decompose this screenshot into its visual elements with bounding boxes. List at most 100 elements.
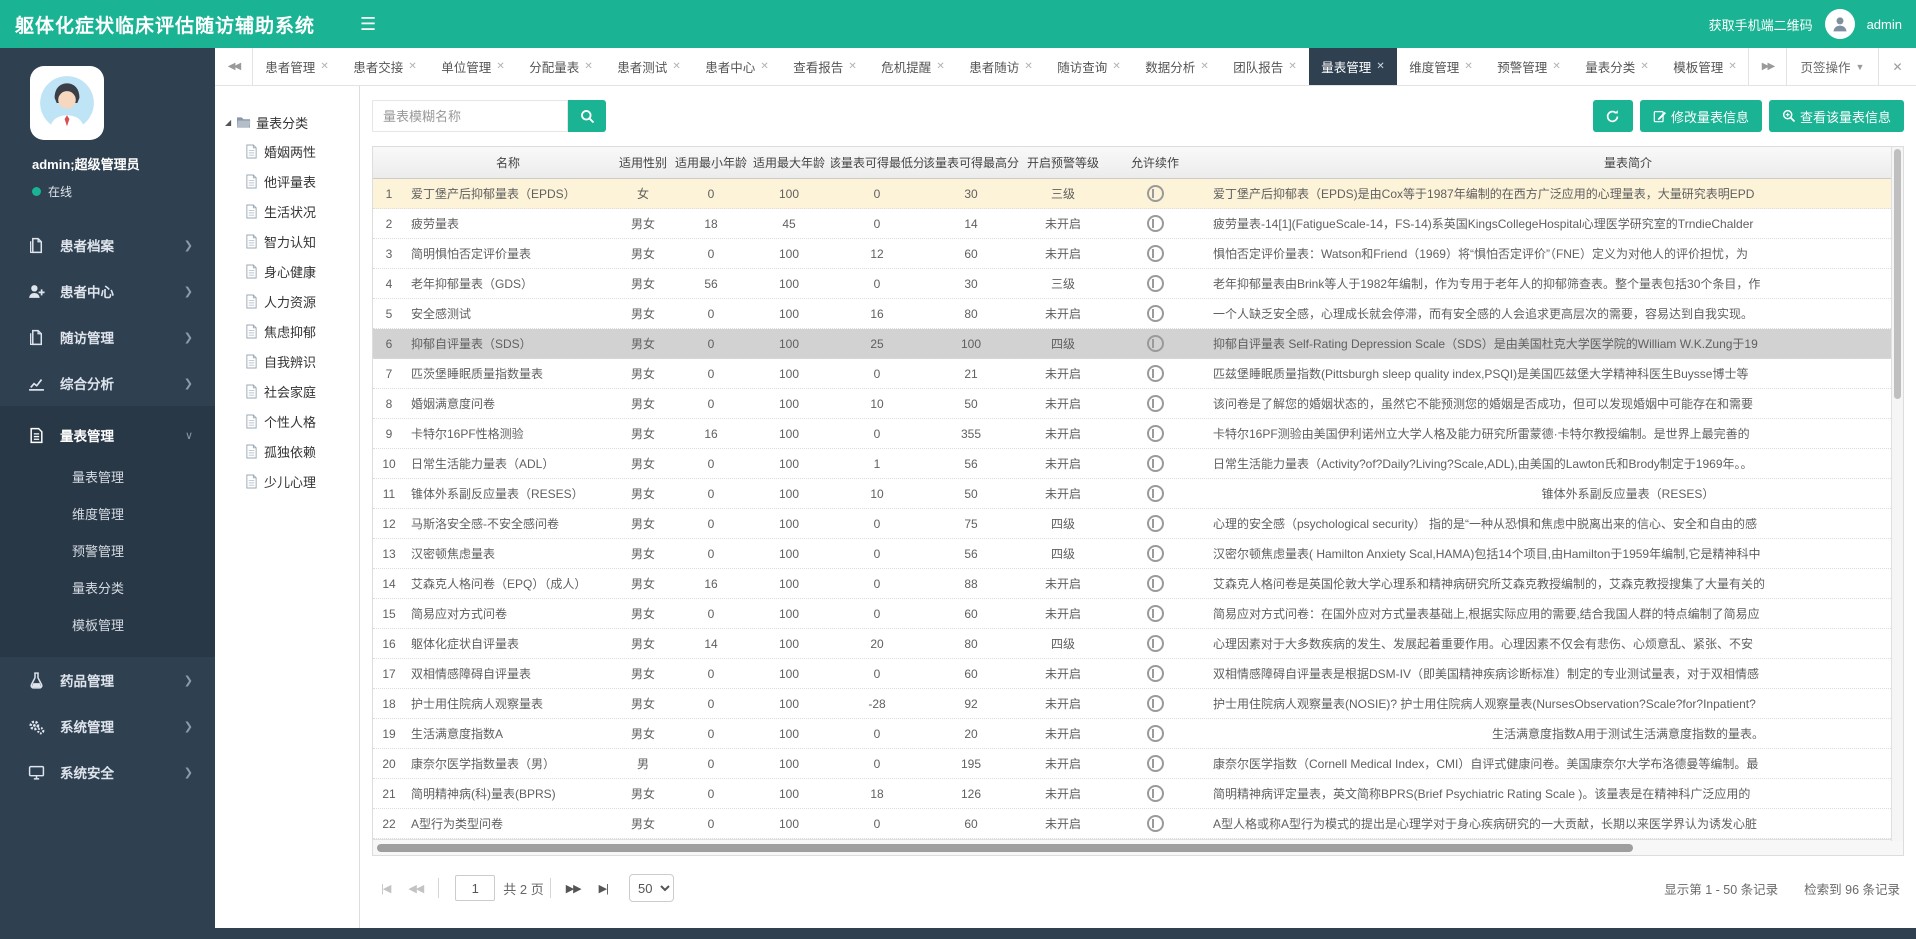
sidebar-item-综合分析[interactable]: 综合分析❯ <box>0 360 215 406</box>
close-icon[interactable]: ✕ <box>672 61 680 72</box>
toggle-off-icon[interactable] <box>1147 245 1164 262</box>
horizontal-scrollbar[interactable] <box>373 839 1904 855</box>
table-row[interactable]: 2疲劳量表男女1845014未开启疲劳量表-14[1](FatigueScale… <box>373 209 1904 239</box>
sidebar-item-患者档案[interactable]: 患者档案❯ <box>0 222 215 268</box>
tab-查看报告[interactable]: 查看报告✕ <box>781 48 869 85</box>
tab-量表管理[interactable]: 量表管理✕ <box>1309 48 1397 85</box>
close-tabs-icon[interactable]: ✕ <box>1878 48 1916 85</box>
tab-患者交接[interactable]: 患者交接✕ <box>341 48 429 85</box>
tree-item-婚姻两性[interactable]: 婚姻两性 <box>215 136 359 166</box>
table-row[interactable]: 8婚姻满意度问卷男女01001050未开启该问卷是了解您的婚姻状态的，虽然它不能… <box>373 389 1904 419</box>
table-row[interactable]: 12马斯洛安全感-不安全感问卷男女0100075四级心理的安全感（psychol… <box>373 509 1904 539</box>
tree-item-少儿心理[interactable]: 少儿心理 <box>215 466 359 496</box>
table-row[interactable]: 13汉密顿焦虑量表男女0100056四级汉密尔顿焦虑量表( Hamilton A… <box>373 539 1904 569</box>
table-row[interactable]: 19生活满意度指数A男女0100020未开启生活满意度指数A用于测试生活满意度指… <box>373 719 1904 749</box>
toggle-off-icon[interactable] <box>1147 635 1164 652</box>
close-icon[interactable]: ✕ <box>1728 61 1736 72</box>
close-icon[interactable]: ✕ <box>496 61 504 72</box>
tree-expand-icon[interactable]: ◢ <box>225 118 231 127</box>
table-row[interactable]: 5安全感测试男女01001680未开启一个人缺乏安全感，心理成长就会停滞，而有安… <box>373 299 1904 329</box>
tab-量表分类[interactable]: 量表分类✕ <box>1573 48 1661 85</box>
search-input[interactable] <box>372 100 568 132</box>
tree-item-人力资源[interactable]: 人力资源 <box>215 286 359 316</box>
toggle-off-icon[interactable] <box>1147 425 1164 442</box>
table-row[interactable]: 3简明惧怕否定评价量表男女01001260未开启惧怕否定评价量表：Watson和… <box>373 239 1904 269</box>
hamburger-menu-icon[interactable]: ☰ <box>360 15 376 33</box>
prev-page-button[interactable]: ◀◀ <box>399 882 432 895</box>
close-icon[interactable]: ✕ <box>1024 61 1032 72</box>
refresh-button[interactable] <box>1593 100 1633 132</box>
tabs-scroll-left-icon[interactable]: ◀◀ <box>215 48 253 85</box>
close-icon[interactable]: ✕ <box>936 61 944 72</box>
tab-预警管理[interactable]: 预警管理✕ <box>1485 48 1573 85</box>
sidebar-subitem-量表管理[interactable]: 量表管理 <box>0 458 215 495</box>
page-number-input[interactable] <box>455 875 495 901</box>
tab-数据分析[interactable]: 数据分析✕ <box>1133 48 1221 85</box>
sidebar-item-系统管理[interactable]: 系统管理❯ <box>0 703 215 749</box>
tree-root-node[interactable]: ◢ 量表分类 <box>215 108 359 136</box>
tab-患者测试[interactable]: 患者测试✕ <box>605 48 693 85</box>
table-row[interactable]: 1爱丁堡产后抑郁量表（EPDS）女0100030三级爱丁堡产后抑郁表（EPDS)… <box>373 179 1904 209</box>
tree-item-社会家庭[interactable]: 社会家庭 <box>215 376 359 406</box>
table-row[interactable]: 14艾森克人格问卷（EPQ）（成人）男女16100088未开启艾森克人格问卷是英… <box>373 569 1904 599</box>
horizontal-scrollbar-thumb[interactable] <box>377 844 1633 852</box>
vertical-scrollbar-thumb[interactable] <box>1894 149 1901 399</box>
search-button[interactable] <box>568 100 606 132</box>
close-icon[interactable]: ✕ <box>584 61 592 72</box>
toggle-off-icon[interactable] <box>1147 365 1164 382</box>
close-icon[interactable]: ✕ <box>1464 61 1472 72</box>
table-row[interactable]: 10日常生活能力量表（ADL）男女0100156未开启日常生活能力量表（Acti… <box>373 449 1904 479</box>
tabs-scroll-right-icon[interactable]: ▶▶ <box>1748 48 1786 85</box>
sidebar-subitem-模板管理[interactable]: 模板管理 <box>0 606 215 643</box>
sidebar-subitem-量表分类[interactable]: 量表分类 <box>0 569 215 606</box>
toggle-off-icon[interactable] <box>1147 545 1164 562</box>
tab-模板管理[interactable]: 模板管理✕ <box>1661 48 1748 85</box>
table-row[interactable]: 22A型行为类型问卷男女0100060未开启A型人格或称A型行为模式的提出是心理… <box>373 809 1904 839</box>
table-row[interactable]: 17双相情感障碍自评量表男女0100060未开启双相情感障碍自评量表是根据DSM… <box>373 659 1904 689</box>
sidebar-subitem-维度管理[interactable]: 维度管理 <box>0 495 215 532</box>
vertical-scrollbar[interactable] <box>1891 147 1903 841</box>
table-row[interactable]: 21简明精神病(科)量表(BPRS)男女010018126未开启简明精神病评定量… <box>373 779 1904 809</box>
first-page-button[interactable]: |◀ <box>372 882 399 895</box>
close-icon[interactable]: ✕ <box>320 61 328 72</box>
toggle-off-icon[interactable] <box>1147 185 1164 202</box>
toggle-off-icon[interactable] <box>1147 335 1164 352</box>
table-row[interactable]: 11锥体外系副反应量表（RESES）男女01001050未开启锥体外系副反应量表… <box>373 479 1904 509</box>
toggle-off-icon[interactable] <box>1147 755 1164 772</box>
next-page-button[interactable]: ▶▶ <box>557 882 590 895</box>
table-row[interactable]: 6抑郁自评量表（SDS）男女010025100四级抑郁自评量表 Self-Rat… <box>373 329 1904 359</box>
sidebar-subitem-预警管理[interactable]: 预警管理 <box>0 532 215 569</box>
toggle-off-icon[interactable] <box>1147 395 1164 412</box>
table-row[interactable]: 18护士用住院病人观察量表男女0100-2892未开启护士用住院病人观察量表(N… <box>373 689 1904 719</box>
tab-单位管理[interactable]: 单位管理✕ <box>429 48 517 85</box>
tree-item-生活状况[interactable]: 生活状况 <box>215 196 359 226</box>
table-row[interactable]: 9卡特尔16PF性格测验男女161000355未开启卡特尔16PF测验由美国伊利… <box>373 419 1904 449</box>
user-avatar[interactable] <box>1825 9 1855 39</box>
toggle-off-icon[interactable] <box>1147 815 1164 832</box>
close-icon[interactable]: ✕ <box>1376 61 1384 72</box>
tab-患者中心[interactable]: 患者中心✕ <box>693 48 781 85</box>
toggle-off-icon[interactable] <box>1147 695 1164 712</box>
table-row[interactable]: 4老年抑郁量表（GDS）男女56100030三级老年抑郁量表由Brink等人于1… <box>373 269 1904 299</box>
close-icon[interactable]: ✕ <box>1288 61 1296 72</box>
toggle-off-icon[interactable] <box>1147 455 1164 472</box>
tree-item-个性人格[interactable]: 个性人格 <box>215 406 359 436</box>
toggle-off-icon[interactable] <box>1147 785 1164 802</box>
close-icon[interactable]: ✕ <box>408 61 416 72</box>
toggle-off-icon[interactable] <box>1147 275 1164 292</box>
view-scale-button[interactable]: 查看该量表信息 <box>1769 100 1904 132</box>
tree-item-智力认知[interactable]: 智力认知 <box>215 226 359 256</box>
close-icon[interactable]: ✕ <box>1552 61 1560 72</box>
close-icon[interactable]: ✕ <box>1640 61 1648 72</box>
qr-code-link[interactable]: 获取手机端二维码 <box>1709 15 1813 34</box>
tree-item-焦虑抑郁[interactable]: 焦虑抑郁 <box>215 316 359 346</box>
close-icon[interactable]: ✕ <box>1200 61 1208 72</box>
table-row[interactable]: 20康奈尔医学指数量表（男）男01000195未开启康奈尔医学指数（Cornel… <box>373 749 1904 779</box>
tab-团队报告[interactable]: 团队报告✕ <box>1221 48 1309 85</box>
table-row[interactable]: 15简易应对方式问卷男女0100060未开启简易应对方式问卷：在国外应对方式量表… <box>373 599 1904 629</box>
tree-item-自我辨识[interactable]: 自我辨识 <box>215 346 359 376</box>
tree-item-他评量表[interactable]: 他评量表 <box>215 166 359 196</box>
tab-随访查询[interactable]: 随访查询✕ <box>1045 48 1133 85</box>
toggle-off-icon[interactable] <box>1147 215 1164 232</box>
toggle-off-icon[interactable] <box>1147 665 1164 682</box>
